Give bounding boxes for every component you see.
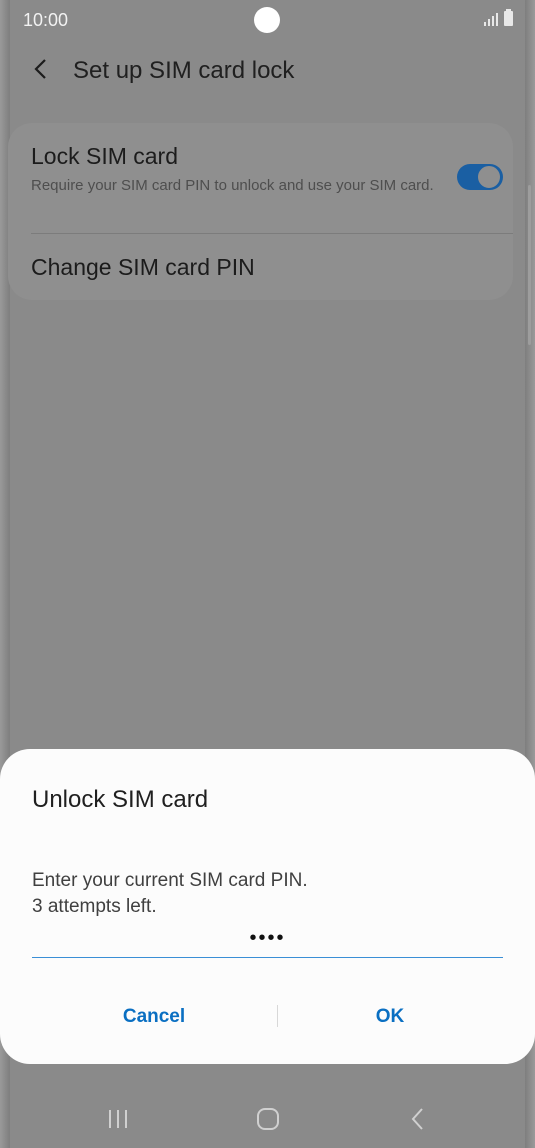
navigation-bar [0, 1090, 535, 1148]
back-icon [411, 1108, 423, 1130]
lock-sim-subtitle: Require your SIM card PIN to unlock and … [31, 177, 434, 194]
nav-back-button[interactable] [398, 1104, 438, 1134]
dialog-message: Enter your current SIM card PIN. 3 attem… [32, 868, 308, 920]
status-icons [484, 9, 513, 26]
toggle-knob [477, 165, 501, 189]
app-header: Set up SIM card lock [0, 48, 535, 94]
status-bar: 10:00 [0, 0, 535, 40]
dialog-message-line1: Enter your current SIM card PIN. [32, 870, 308, 891]
home-icon [257, 1108, 279, 1130]
scrollbar [528, 185, 531, 345]
lock-sim-toggle[interactable] [457, 164, 503, 190]
battery-icon [504, 9, 513, 26]
status-time: 10:00 [23, 10, 69, 30]
recent-apps-button[interactable] [98, 1104, 138, 1134]
divider [31, 233, 513, 234]
signal-icon [484, 12, 498, 26]
unlock-sim-dialog: Unlock SIM card Enter your current SIM c… [0, 749, 535, 1064]
page-title: Set up SIM card lock [73, 57, 295, 84]
chevron-left-icon[interactable] [30, 58, 52, 80]
cancel-button[interactable]: Cancel [54, 1001, 254, 1033]
recent-apps-icon [109, 1110, 127, 1128]
ok-button[interactable]: OK [290, 1001, 490, 1033]
home-button[interactable] [248, 1104, 288, 1134]
change-pin-row[interactable]: Change SIM card PIN [31, 254, 255, 281]
dialog-message-line2: 3 attempts left. [32, 896, 157, 917]
pin-input[interactable] [32, 919, 503, 958]
settings-card: Lock SIM card Require your SIM card PIN … [8, 123, 513, 300]
front-camera [254, 7, 280, 33]
lock-sim-row[interactable]: Lock SIM card Require your SIM card PIN … [31, 143, 443, 195]
dialog-title: Unlock SIM card [32, 786, 209, 813]
lock-sim-title: Lock SIM card [31, 143, 178, 169]
button-separator [277, 1005, 278, 1027]
